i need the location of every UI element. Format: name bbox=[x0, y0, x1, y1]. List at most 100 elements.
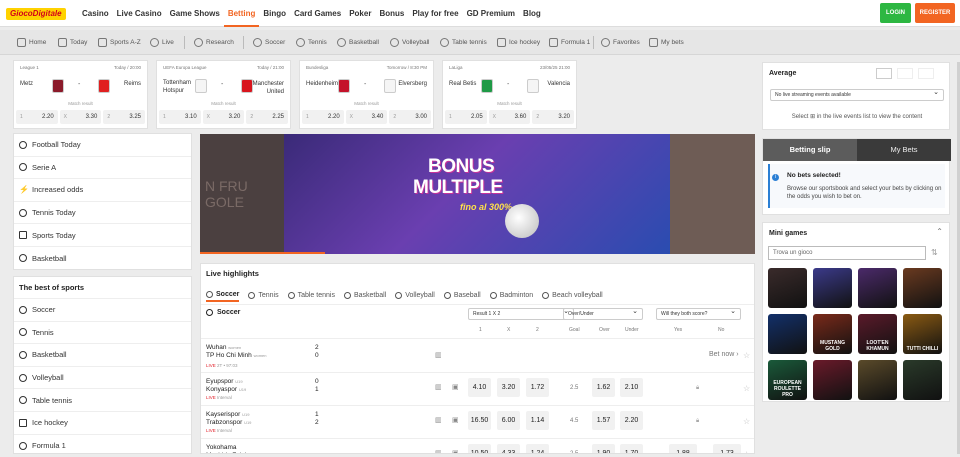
odd-button[interactable]: 1.62 bbox=[592, 378, 615, 397]
odd-button[interactable]: 1.90 bbox=[592, 444, 615, 453]
game-tile[interactable] bbox=[813, 268, 852, 308]
odd-button[interactable]: 1.14 bbox=[526, 411, 549, 430]
game-tile[interactable] bbox=[858, 268, 897, 308]
stream-select[interactable]: No live streaming events available bbox=[770, 88, 944, 101]
game-tile[interactable] bbox=[903, 360, 942, 400]
subnav-research[interactable]: Research bbox=[194, 30, 234, 55]
tab-table-tennis[interactable]: Table tennis bbox=[287, 288, 335, 302]
quick-link[interactable]: ⚡ Increased odds bbox=[14, 179, 191, 202]
odd-button[interactable]: 1.57 bbox=[592, 411, 615, 430]
tab-badminton[interactable]: Badminton bbox=[489, 288, 533, 302]
sort-icon[interactable]: ⇅ bbox=[931, 248, 938, 257]
quick-link[interactable]: Football Today bbox=[14, 134, 191, 157]
game-tile[interactable] bbox=[813, 360, 852, 400]
banner-prev-slide[interactable]: N FRU GOLE bbox=[200, 134, 284, 254]
match-card[interactable]: Bundesliga Tomorrow / 8:30 PM Heidenheim… bbox=[299, 60, 434, 129]
favorite-star-icon[interactable]: ☆ bbox=[743, 384, 750, 393]
odd-button[interactable]: 10.50 bbox=[468, 444, 491, 453]
subnav-home[interactable]: Home bbox=[17, 30, 46, 55]
odd-button[interactable]: 2.20 bbox=[620, 411, 643, 430]
odd-button[interactable]: 6.00 bbox=[497, 411, 520, 430]
quick-link[interactable]: Tennis Today bbox=[14, 202, 191, 225]
tab-soccer[interactable]: Soccer bbox=[206, 288, 240, 302]
match-card[interactable]: UEFA Europa League Today / 21:00 Tottenh… bbox=[156, 60, 291, 129]
odd-button[interactable]: X 3.60 bbox=[488, 110, 531, 124]
tab-basketball[interactable]: Basketball bbox=[343, 288, 386, 302]
market-select-both-score[interactable]: Will they both score? bbox=[656, 307, 741, 320]
menu-item-poker[interactable]: Poker bbox=[345, 0, 375, 27]
match-teams[interactable]: Wuhan women TP Ho Chi Minh women bbox=[206, 344, 266, 360]
menu-item-live-casino[interactable]: Live Casino bbox=[113, 0, 166, 27]
odd-button[interactable]: 1 2.20 bbox=[302, 110, 344, 124]
favorite-star-icon[interactable]: ☆ bbox=[743, 351, 750, 360]
quick-link[interactable]: Sports Today bbox=[14, 224, 191, 247]
menu-item-card-games[interactable]: Card Games bbox=[290, 0, 345, 27]
menu-item-game-shows[interactable]: Game Shows bbox=[166, 0, 224, 27]
match-teams[interactable]: Eyupspor U19 Konyaspor U19 bbox=[206, 378, 246, 394]
menu-item-bingo[interactable]: Bingo bbox=[259, 0, 290, 27]
odd-button[interactable]: 2 2.25 bbox=[246, 110, 289, 124]
sport-item[interactable]: Table tennis bbox=[14, 389, 191, 412]
odd-button[interactable]: 2 3.00 bbox=[389, 110, 432, 124]
menu-item-gd-premium[interactable]: GD Premium bbox=[463, 0, 519, 27]
odd-button[interactable]: X 3.40 bbox=[345, 110, 388, 124]
match-teams[interactable]: Kayserispor U19 Trabzonspor U19 bbox=[206, 411, 251, 427]
subnav-ice-hockey[interactable]: Ice hockey bbox=[497, 30, 540, 55]
stats-icon[interactable]: ▥ bbox=[435, 449, 442, 453]
stats-icon[interactable]: ▥ bbox=[435, 383, 442, 391]
odd-button[interactable]: 1.70 bbox=[620, 444, 643, 453]
subnav-favorites[interactable]: Favorites bbox=[601, 30, 640, 55]
odd-button[interactable]: 4.10 bbox=[468, 378, 491, 397]
tab-beach-volleyball[interactable]: Beach volleyball bbox=[542, 288, 603, 302]
match-card[interactable]: League 1 Today / 20:00 Metz - Reims Matc… bbox=[13, 60, 148, 129]
odd-button[interactable]: 2 3.20 bbox=[532, 110, 575, 124]
site-logo[interactable]: GiocoDigitale bbox=[6, 8, 66, 20]
odd-button[interactable]: 2 3.25 bbox=[103, 110, 146, 124]
game-tile[interactable] bbox=[768, 268, 807, 308]
subnav-sports-az[interactable]: Sports A-Z bbox=[98, 30, 141, 55]
quick-link[interactable]: Basketball bbox=[14, 247, 191, 270]
scoreboard-icon[interactable]: ▣ bbox=[452, 383, 459, 391]
odd-button[interactable]: 1 2.05 bbox=[445, 110, 487, 124]
scoreboard-icon[interactable]: ▣ bbox=[452, 449, 459, 453]
game-search-input[interactable]: Trova un gioco bbox=[768, 246, 926, 260]
odd-button[interactable]: X 3.30 bbox=[59, 110, 102, 124]
tab-betting-slip[interactable]: Betting slip bbox=[763, 139, 857, 161]
game-tile[interactable] bbox=[768, 314, 807, 354]
market-select-1x2[interactable]: Result 1 X 2 bbox=[468, 307, 574, 320]
menu-item-play-for-free[interactable]: Play for free bbox=[408, 0, 462, 27]
game-tile[interactable]: MUSTANG GOLD bbox=[813, 314, 852, 354]
odd-button[interactable]: 4.33 bbox=[497, 444, 520, 453]
subnav-table-tennis[interactable]: Table tennis bbox=[440, 30, 487, 55]
banner-next-slide[interactable] bbox=[670, 134, 755, 254]
game-tile[interactable]: LOOT'EN KHAMUN bbox=[858, 314, 897, 354]
quick-link[interactable]: Serie A bbox=[14, 157, 191, 180]
odd-button[interactable]: 1.72 bbox=[526, 378, 549, 397]
match-teams[interactable]: Yokohama Machida Zelvia bbox=[206, 444, 250, 453]
sport-item[interactable]: Ice hockey bbox=[14, 412, 191, 435]
sport-item[interactable]: Volleyball bbox=[14, 367, 191, 390]
odd-button[interactable]: 16.50 bbox=[468, 411, 491, 430]
menu-item-betting[interactable]: Betting bbox=[223, 0, 260, 27]
odd-button[interactable]: X 3.20 bbox=[202, 110, 245, 124]
stats-icon[interactable] bbox=[918, 68, 934, 79]
sport-item[interactable]: Soccer bbox=[14, 299, 191, 322]
odd-button[interactable]: 1.24 bbox=[526, 444, 549, 453]
sport-item[interactable]: Tennis bbox=[14, 322, 191, 345]
tab-tennis[interactable]: Tennis bbox=[248, 288, 279, 302]
odd-button[interactable]: 3.20 bbox=[497, 378, 520, 397]
bet-now-link[interactable]: Bet now › bbox=[709, 351, 739, 358]
field-icon[interactable] bbox=[897, 68, 913, 79]
subnav-tennis[interactable]: Tennis bbox=[296, 30, 327, 55]
menu-item-bonus[interactable]: Bonus bbox=[375, 0, 408, 27]
odd-button[interactable]: 2.10 bbox=[620, 378, 643, 397]
subnav-basketball[interactable]: Basketball bbox=[337, 30, 379, 55]
chevron-up-icon[interactable]: ⌃ bbox=[936, 227, 943, 236]
odd-button[interactable]: 1 2.20 bbox=[16, 110, 58, 124]
game-tile[interactable]: EUROPEAN ROULETTE PRO bbox=[768, 360, 807, 400]
tab-volleyball[interactable]: Volleyball bbox=[395, 288, 435, 302]
tab-baseball[interactable]: Baseball bbox=[443, 288, 481, 302]
sport-item[interactable]: Basketball bbox=[14, 344, 191, 367]
odd-button[interactable]: 1 3.10 bbox=[159, 110, 201, 124]
menu-item-blog[interactable]: Blog bbox=[519, 0, 545, 27]
